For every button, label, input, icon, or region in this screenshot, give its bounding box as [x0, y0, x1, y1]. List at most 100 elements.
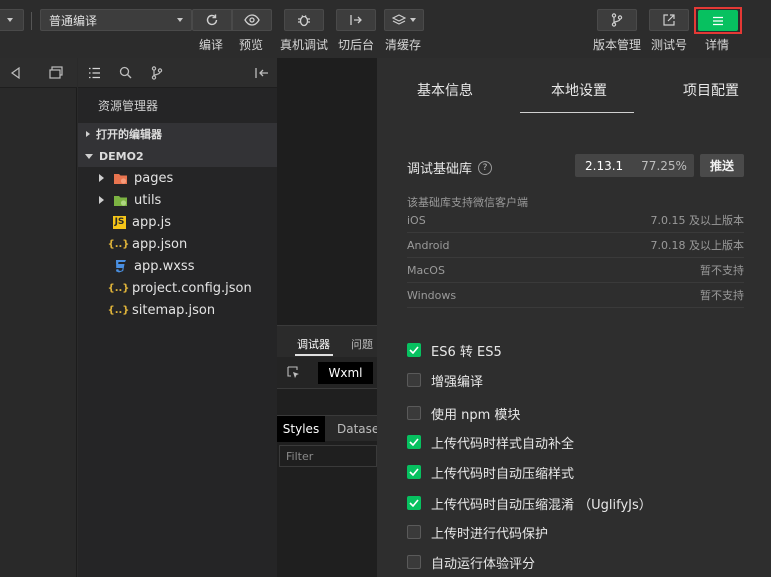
- tab-debugger[interactable]: 调试器: [297, 336, 330, 352]
- divider: [31, 12, 32, 30]
- version-button[interactable]: [597, 9, 637, 31]
- checkbox[interactable]: [407, 435, 421, 449]
- setting-label: 上传时进行代码保护: [431, 526, 549, 542]
- explorer-toolbar: [78, 58, 277, 88]
- tab-basic-info[interactable]: 基本信息: [417, 80, 473, 100]
- setting-uglify[interactable]: 上传代码时自动压缩混淆 （UglifyJs）: [407, 493, 652, 513]
- layers-icon: [392, 14, 406, 25]
- checkbox[interactable]: [407, 465, 421, 479]
- setting-auto-audit[interactable]: 自动运行体验评分: [407, 552, 535, 572]
- window-icon[interactable]: [49, 66, 63, 79]
- tree-item-app-wxss[interactable]: app.wxss: [78, 255, 277, 277]
- open-editors-section[interactable]: 打开的编辑器: [78, 123, 277, 145]
- active-tab-indicator: [520, 112, 634, 113]
- version-label: 版本管理: [593, 38, 642, 52]
- setting-es6[interactable]: ES6 转 ES5: [407, 340, 502, 360]
- platform-row-macos: MacOS 暂不支持: [407, 258, 744, 283]
- test-account-label: 测试号: [651, 38, 688, 52]
- tab-issues[interactable]: 问题: [351, 336, 373, 352]
- tree-item-label: project.config.json: [132, 280, 252, 296]
- tree-item-project-config[interactable]: {..} project.config.json: [78, 277, 277, 299]
- push-button[interactable]: 推送: [700, 154, 744, 177]
- tree-item-sitemap[interactable]: {..} sitemap.json: [78, 299, 277, 321]
- bug-icon: [298, 15, 310, 27]
- styles-label: Styles: [282, 422, 320, 436]
- base-lib-row: 调试基础库 ?: [407, 158, 493, 177]
- tree-item-label: app.js: [132, 214, 171, 230]
- checkbox[interactable]: [407, 343, 421, 357]
- help-icon[interactable]: ?: [478, 160, 493, 175]
- setting-label: 上传代码时样式自动补全: [431, 436, 575, 452]
- test-account-button[interactable]: [649, 9, 689, 31]
- tree-item-label: app.wxss: [134, 258, 195, 274]
- compile-label: 编译: [199, 38, 224, 52]
- chevron-down-icon: [177, 18, 183, 22]
- tree-item-app-js[interactable]: JS app.js: [78, 211, 277, 233]
- check-icon: [409, 438, 419, 446]
- editor-area: [277, 58, 377, 325]
- tab-project-config[interactable]: 项目配置: [683, 80, 739, 100]
- git-branch-icon[interactable]: [151, 66, 163, 80]
- tree-item-utils[interactable]: utils: [78, 189, 277, 211]
- checkbox[interactable]: [407, 496, 421, 510]
- filter-input[interactable]: Filter: [279, 445, 377, 467]
- setting-code-protect[interactable]: 上传时进行代码保护: [407, 522, 548, 542]
- platform-value: 暂不支持: [700, 264, 744, 277]
- base-lib-percent: 77.25%: [641, 158, 687, 173]
- remote-debug-button[interactable]: [284, 9, 324, 31]
- compile-mode-select[interactable]: 普通编译: [40, 9, 192, 31]
- project-section[interactable]: DEMO2: [78, 145, 277, 167]
- platform-value: 暂不支持: [700, 289, 744, 302]
- tree-item-label: utils: [134, 192, 162, 208]
- compile-button[interactable]: [192, 9, 232, 31]
- base-lib-select[interactable]: 2.13.1 77.25%: [575, 154, 694, 177]
- details-button[interactable]: [698, 10, 738, 31]
- platform-name: iOS: [407, 213, 426, 227]
- filter-placeholder: Filter: [286, 449, 314, 463]
- check-icon: [409, 346, 419, 354]
- elements-toolbar: Wxml: [277, 357, 377, 389]
- eye-icon: [244, 14, 260, 26]
- platform-row-ios: iOS 7.0.15 及以上版本: [407, 208, 744, 233]
- setting-enhanced-compile[interactable]: 增强编译: [407, 370, 483, 390]
- active-tab-indicator: [295, 354, 333, 356]
- tree-item-label: sitemap.json: [132, 302, 216, 318]
- search-icon[interactable]: [119, 66, 132, 79]
- platform-value: 7.0.18 及以上版本: [650, 239, 744, 252]
- wxml-tab[interactable]: Wxml: [318, 362, 373, 384]
- checkbox[interactable]: [407, 373, 421, 387]
- chevron-down-icon: [85, 153, 93, 159]
- mode-dropdown-button[interactable]: [0, 9, 24, 31]
- setting-npm[interactable]: 使用 npm 模块: [407, 403, 520, 423]
- tab-local-settings[interactable]: 本地设置: [551, 80, 607, 100]
- styles-tabbar: Styles Dataset: [277, 415, 384, 442]
- compile-mode-value: 普通编译: [49, 13, 98, 28]
- details-panel: 基本信息 本地设置 项目配置 调试基础库 ? 2.13.1 77.25% 推送 …: [377, 58, 771, 577]
- chevron-down-icon: [7, 18, 13, 22]
- clear-cache-label: 清缓存: [385, 38, 422, 52]
- checkbox[interactable]: [407, 406, 421, 420]
- inspect-cursor-icon[interactable]: [287, 366, 301, 380]
- folder-utils-icon: [113, 193, 128, 208]
- external-link-icon: [663, 14, 675, 26]
- platform-row-android: Android 7.0.18 及以上版本: [407, 233, 744, 258]
- tree-item-app-json[interactable]: {..} app.json: [78, 233, 277, 255]
- background-button[interactable]: [336, 9, 376, 31]
- tree-item-pages[interactable]: pages: [78, 167, 277, 189]
- json-file-icon: {..}: [107, 304, 130, 316]
- styles-tab[interactable]: Styles: [277, 416, 325, 442]
- list-icon[interactable]: [88, 67, 101, 79]
- back-icon[interactable]: [10, 67, 22, 79]
- setting-label: 使用 npm 模块: [431, 407, 521, 423]
- preview-button[interactable]: [232, 9, 272, 31]
- checkbox[interactable]: [407, 555, 421, 569]
- editor-debugger-area: 调试器 问题 Wxml Styles Dataset Filter: [277, 58, 384, 577]
- checkbox[interactable]: [407, 525, 421, 539]
- chevron-down-icon: [410, 18, 416, 22]
- debugger-tabbar: 调试器 问题: [277, 325, 377, 357]
- setting-style-autocomplete[interactable]: 上传代码时样式自动补全: [407, 432, 574, 452]
- clear-cache-button[interactable]: [384, 9, 424, 31]
- wxml-label: Wxml: [328, 366, 363, 380]
- collapse-panel-icon[interactable]: [255, 67, 269, 79]
- setting-minify-style[interactable]: 上传代码时自动压缩样式: [407, 462, 574, 482]
